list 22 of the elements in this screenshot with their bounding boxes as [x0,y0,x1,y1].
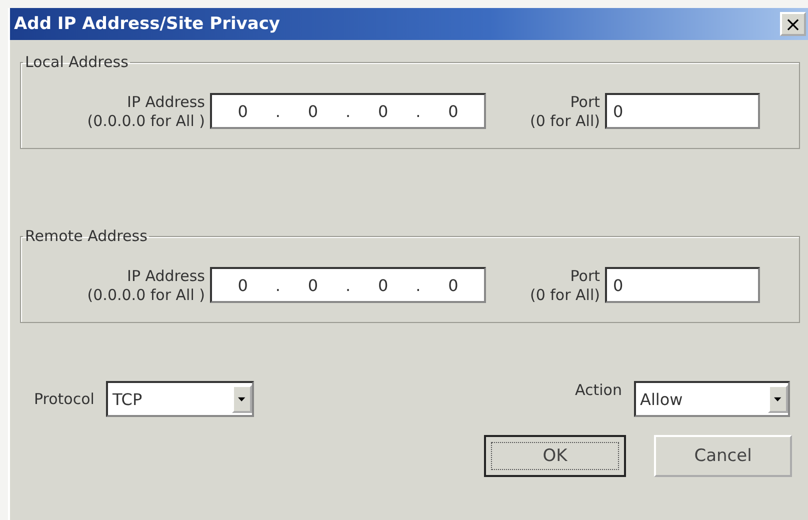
field-label: IP Address [127,267,205,286]
port-field[interactable]: 0 [605,93,760,129]
field-label: Port [570,93,600,112]
window-title: Add IP Address/Site Privacy [14,14,280,34]
field-hint: (0.0.0.0 for All ) [87,286,205,305]
close-button[interactable]: × [780,12,806,36]
field-label: Port [570,267,600,286]
field-label: Protocol [34,390,94,408]
dropdown-field[interactable]: TCP [106,381,254,417]
dialog-button[interactable]: OK [484,435,626,477]
field-label: Action [575,381,622,399]
port-field[interactable]: 0 [605,267,760,303]
field-hint: (0 for All) [530,112,600,131]
ip-address-field[interactable]: 0 . 0 . 0 . 0 [210,93,486,129]
field-label: IP Address [127,93,205,112]
group-title: Remote Address [24,227,148,245]
group-title: Local Address [24,53,130,71]
dialog-button[interactable]: Cancel [654,435,792,477]
field-hint: (0.0.0.0 for All ) [87,112,205,131]
field-hint: (0 for All) [530,286,600,305]
ip-address-field[interactable]: 0 . 0 . 0 . 0 [210,267,486,303]
dropdown-field[interactable]: Allow [634,381,790,417]
